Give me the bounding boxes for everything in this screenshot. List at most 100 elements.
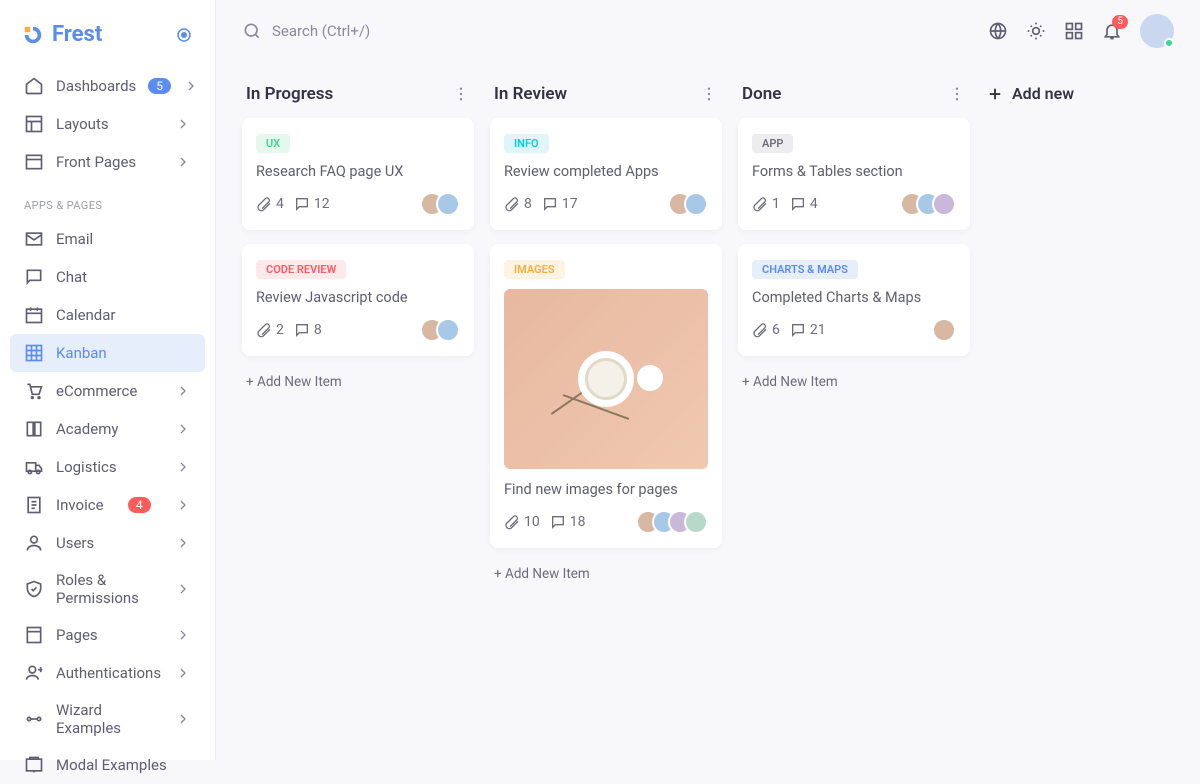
chevron-right-icon bbox=[175, 711, 191, 727]
add-column-button[interactable]: Add new bbox=[986, 78, 1074, 103]
column-menu-icon[interactable] bbox=[948, 85, 966, 103]
comments-count: 21 bbox=[790, 322, 826, 338]
column-title: In Review bbox=[494, 84, 567, 104]
paperclip-icon bbox=[504, 514, 520, 530]
sidebar-item-invoice[interactable]: Invoice4 bbox=[10, 486, 205, 524]
card-tag: APP bbox=[752, 134, 793, 153]
avatar bbox=[684, 192, 708, 216]
nav-item-icon bbox=[24, 755, 44, 775]
card-tag: UX bbox=[256, 134, 290, 153]
sidebar-item-logistics[interactable]: Logistics bbox=[10, 448, 205, 486]
card-avatars bbox=[636, 510, 708, 534]
column-menu-icon[interactable] bbox=[452, 85, 470, 103]
nav-item-label: Layouts bbox=[56, 115, 109, 133]
nav-item-label: Academy bbox=[56, 420, 118, 438]
user-avatar[interactable] bbox=[1140, 14, 1174, 48]
nav-item-label: Roles & Permissions bbox=[56, 571, 163, 607]
avatar bbox=[436, 192, 460, 216]
theme-sun-icon[interactable] bbox=[1026, 21, 1046, 41]
card-avatars bbox=[900, 192, 956, 216]
sidebar-item-authentications[interactable]: Authentications bbox=[10, 654, 205, 692]
bell-badge: 5 bbox=[1112, 15, 1128, 29]
card-avatars bbox=[420, 318, 460, 342]
nav-item-icon bbox=[24, 579, 44, 599]
nav-item-label: Kanban bbox=[56, 344, 107, 362]
attachments-count: 6 bbox=[752, 322, 780, 338]
pin-target-icon[interactable] bbox=[175, 26, 193, 44]
kanban-card[interactable]: UXResearch FAQ page UX412 bbox=[242, 118, 474, 230]
attachments-count: 4 bbox=[256, 196, 284, 212]
sidebar-item-calendar[interactable]: Calendar bbox=[10, 296, 205, 334]
column-menu-icon[interactable] bbox=[700, 85, 718, 103]
nav-item-icon bbox=[24, 229, 44, 249]
nav-item-label: Dashboards bbox=[56, 77, 136, 95]
kanban-card[interactable]: APPForms & Tables section14 bbox=[738, 118, 970, 230]
nav-item-icon bbox=[24, 305, 44, 325]
sidebar-item-dashboards[interactable]: Dashboards 5 bbox=[10, 67, 205, 105]
card-title: Review Javascript code bbox=[256, 289, 460, 306]
avatar bbox=[932, 192, 956, 216]
apps-grid-icon[interactable] bbox=[1064, 21, 1084, 41]
nav-item-label: Modal Examples bbox=[56, 756, 167, 774]
add-item-button[interactable]: + Add New Item bbox=[738, 370, 970, 394]
bell-icon[interactable]: 5 bbox=[1102, 21, 1122, 41]
kanban-card[interactable]: CHARTS & MAPSCompleted Charts & Maps621 bbox=[738, 244, 970, 356]
nav-item-label: Calendar bbox=[56, 306, 116, 324]
add-column-label: Add new bbox=[1012, 84, 1074, 103]
sidebar-item-pages[interactable]: Pages bbox=[10, 616, 205, 654]
sidebar-item-chat[interactable]: Chat bbox=[10, 258, 205, 296]
kanban-card[interactable]: CODE REVIEWReview Javascript code28 bbox=[242, 244, 474, 356]
kanban-card[interactable]: INFOReview completed Apps817 bbox=[490, 118, 722, 230]
paperclip-icon bbox=[752, 196, 768, 212]
card-tag: CODE REVIEW bbox=[256, 260, 346, 279]
plus-icon bbox=[986, 85, 1004, 103]
sidebar-item-front-pages[interactable]: Front Pages bbox=[10, 143, 205, 181]
column-title: In Progress bbox=[246, 84, 333, 104]
search-icon bbox=[242, 21, 262, 41]
topbar: Search (Ctrl+/) 5 bbox=[216, 0, 1200, 62]
sidebar-item-wizard-examples[interactable]: Wizard Examples bbox=[10, 692, 205, 746]
nav-item-icon bbox=[24, 419, 44, 439]
column-title: Done bbox=[742, 84, 781, 104]
sidebar-item-layouts[interactable]: Layouts bbox=[10, 105, 205, 143]
sidebar-item-modal-examples[interactable]: Modal Examples bbox=[10, 746, 205, 784]
sidebar-item-roles-permissions[interactable]: Roles & Permissions bbox=[10, 562, 205, 616]
nav-badge: 4 bbox=[128, 497, 151, 513]
comments-count: 4 bbox=[790, 196, 818, 212]
kanban-card[interactable]: IMAGESFind new images for pages1018 bbox=[490, 244, 722, 548]
chevron-right-icon bbox=[175, 459, 191, 475]
card-image bbox=[504, 289, 708, 469]
brand-logo[interactable]: Frest bbox=[22, 22, 102, 47]
chevron-right-icon bbox=[175, 154, 191, 170]
nav-item-icon bbox=[24, 533, 44, 553]
sidebar-item-users[interactable]: Users bbox=[10, 524, 205, 562]
add-item-button[interactable]: + Add New Item bbox=[490, 562, 722, 586]
status-dot-icon bbox=[1164, 38, 1174, 48]
avatar bbox=[684, 510, 708, 534]
card-title: Review completed Apps bbox=[504, 163, 708, 180]
chevron-right-icon bbox=[175, 535, 191, 551]
nav-item-icon bbox=[24, 152, 44, 172]
nav-item-icon bbox=[24, 343, 44, 363]
add-item-button[interactable]: + Add New Item bbox=[242, 370, 474, 394]
brand-name: Frest bbox=[52, 22, 102, 47]
chevron-right-icon bbox=[175, 383, 191, 399]
nav-item-label: Pages bbox=[56, 626, 98, 644]
sidebar-item-ecommerce[interactable]: eCommerce bbox=[10, 372, 205, 410]
comment-icon bbox=[550, 514, 566, 530]
card-avatars bbox=[668, 192, 708, 216]
nav-item-label: Wizard Examples bbox=[56, 701, 163, 737]
sidebar-item-email[interactable]: Email bbox=[10, 220, 205, 258]
search-input[interactable]: Search (Ctrl+/) bbox=[242, 21, 370, 41]
language-icon[interactable] bbox=[988, 21, 1008, 41]
nav-item-label: Logistics bbox=[56, 458, 117, 476]
nav-item-label: Email bbox=[56, 230, 93, 248]
sidebar-item-kanban[interactable]: Kanban bbox=[10, 334, 205, 372]
chevron-right-icon bbox=[175, 665, 191, 681]
sidebar-item-academy[interactable]: Academy bbox=[10, 410, 205, 448]
chevron-right-icon bbox=[183, 78, 199, 94]
nav-item-icon bbox=[24, 625, 44, 645]
nav-item-icon bbox=[24, 76, 44, 96]
card-title: Research FAQ page UX bbox=[256, 163, 460, 180]
nav-badge: 5 bbox=[148, 78, 171, 94]
